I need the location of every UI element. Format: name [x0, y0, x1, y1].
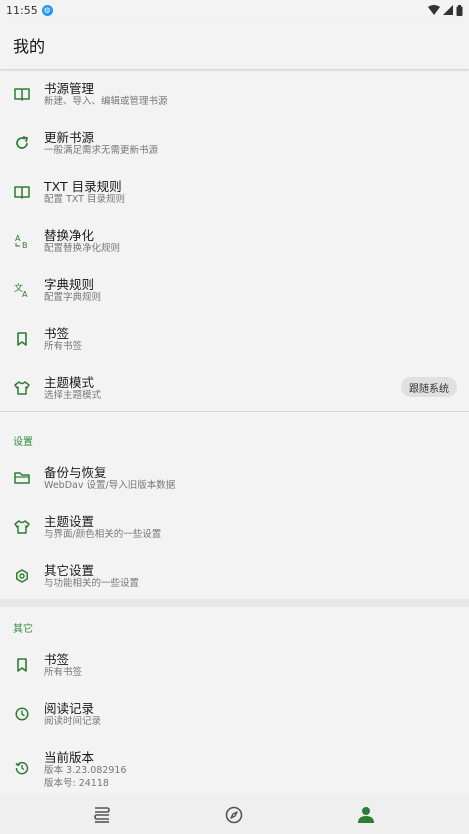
item-subtitle: 与界面/颜色相关的一些设置	[44, 529, 162, 540]
theme-mode-chip[interactable]: 跟随系统	[401, 377, 457, 397]
svg-text:A: A	[15, 234, 21, 243]
item-subtitle: 一般满足需求无需更新书源	[44, 145, 159, 156]
history-icon	[13, 759, 31, 777]
menu-item-update-source[interactable]: 更新书源 一般满足需求无需更新书源	[0, 118, 469, 167]
notification-icon: ⚙	[41, 4, 53, 16]
item-title: 阅读记录	[44, 701, 95, 716]
menu-item-theme-mode[interactable]: 主题模式 选择主题模式	[0, 363, 469, 412]
item-title: 其它设置	[44, 563, 95, 578]
shirt-icon	[13, 518, 31, 536]
bookshelf-icon[interactable]	[91, 804, 113, 826]
clock-icon	[13, 705, 31, 723]
section-label-other: 其它	[13, 624, 33, 635]
status-time: 11:55	[6, 3, 38, 17]
item-title: 更新书源	[44, 130, 95, 145]
menu-item-txt-rules[interactable]: TXT 目录规则 配置 TXT 目录规则	[0, 167, 469, 216]
section-divider	[0, 599, 469, 607]
shirt-icon	[13, 379, 31, 397]
item-title: 字典规则	[44, 277, 95, 292]
item-subtitle: 与功能相关的一些设置	[44, 578, 140, 589]
item-subtitle: 阅读时间记录	[44, 716, 102, 727]
folder-icon	[13, 469, 31, 487]
item-title: 备份与恢复	[44, 465, 107, 480]
menu-item-bookmarks-2[interactable]: 书签 所有书签	[0, 640, 469, 689]
item-subtitle-2: 版本号: 24118	[44, 778, 109, 789]
menu-item-replace[interactable]: AB 替换净化 配置替换净化规则	[0, 216, 469, 265]
book-open-icon	[13, 183, 31, 201]
item-title: 替换净化	[44, 228, 95, 243]
section-label-settings: 设置	[13, 437, 33, 448]
item-subtitle: 配置替换净化规则	[44, 243, 121, 254]
hexagon-gear-icon	[13, 567, 31, 585]
menu-item-theme-settings[interactable]: 主题设置 与界面/颜色相关的一些设置	[0, 502, 469, 551]
replace-icon: AB	[13, 232, 31, 250]
person-icon[interactable]	[355, 804, 377, 826]
svg-text:B: B	[22, 241, 28, 249]
svg-text:A: A	[22, 290, 28, 298]
status-bar: 11:55 ⚙	[0, 0, 469, 20]
bookmark-icon	[13, 656, 31, 674]
divider	[0, 411, 469, 412]
content-list: 书源管理 新建、导入、编辑或管理书源 更新书源 一般满足需求无需更新书源 TXT…	[0, 69, 469, 795]
refresh-icon	[13, 134, 31, 152]
item-title: TXT 目录规则	[44, 179, 122, 194]
item-subtitle: 版本 3.23.082916	[44, 765, 127, 776]
menu-item-bookmarks[interactable]: 书签 所有书签	[0, 314, 469, 363]
menu-item-reading-record[interactable]: 阅读记录 阅读时间记录	[0, 689, 469, 738]
app-bar: 我的	[0, 20, 469, 69]
item-subtitle: 所有书签	[44, 341, 83, 352]
menu-item-other-settings[interactable]: 其它设置 与功能相关的一些设置	[0, 551, 469, 600]
menu-item-backup-restore[interactable]: 备份与恢复 WebDav 设置/导入旧版本数据	[0, 453, 469, 502]
signal-icon	[443, 5, 453, 15]
bottom-navigation	[0, 795, 469, 834]
book-open-icon	[13, 85, 31, 103]
item-title: 书签	[44, 326, 70, 341]
battery-icon	[456, 4, 463, 16]
item-subtitle: 选择主题模式	[44, 390, 102, 401]
page-title: 我的	[13, 36, 46, 56]
menu-item-dictionary[interactable]: 文A 字典规则 配置字典规则	[0, 265, 469, 314]
menu-item-version[interactable]: 当前版本 版本 3.23.082916 版本号: 24118	[0, 738, 469, 795]
item-title: 书源管理	[44, 81, 95, 96]
menu-item-book-source[interactable]: 书源管理 新建、导入、编辑或管理书源	[0, 69, 469, 118]
item-subtitle: 所有书签	[44, 667, 83, 678]
item-subtitle: WebDav 设置/导入旧版本数据	[44, 480, 176, 491]
item-subtitle: 配置字典规则	[44, 292, 102, 303]
item-title: 主题设置	[44, 514, 95, 529]
translate-icon: 文A	[13, 281, 31, 299]
bookmark-icon	[13, 330, 31, 348]
wifi-icon	[428, 5, 440, 15]
item-title: 主题模式	[44, 375, 95, 390]
item-subtitle: 配置 TXT 目录规则	[44, 194, 125, 205]
compass-icon[interactable]	[223, 804, 245, 826]
item-title: 书签	[44, 652, 70, 667]
item-subtitle: 新建、导入、编辑或管理书源	[44, 96, 168, 107]
item-title: 当前版本	[44, 750, 95, 765]
